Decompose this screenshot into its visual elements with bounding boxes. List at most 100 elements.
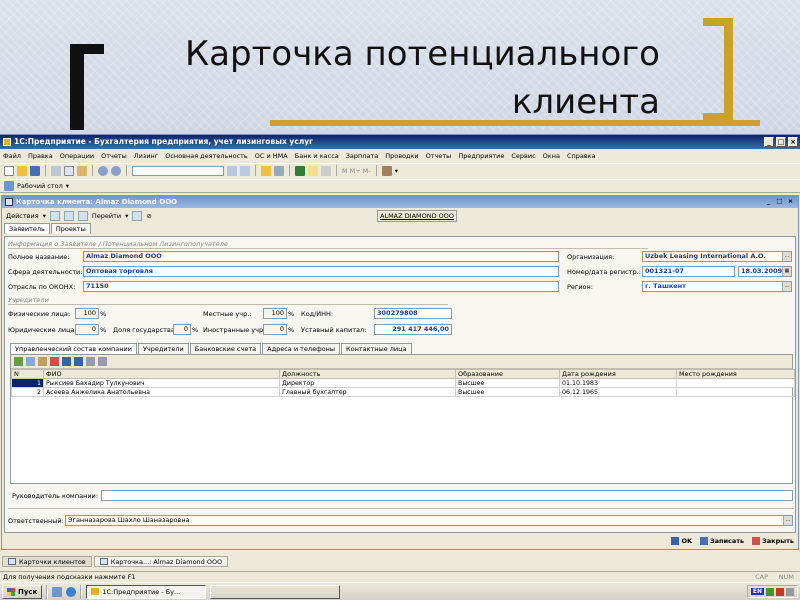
new-icon[interactable] xyxy=(4,165,14,176)
find-next-icon[interactable] xyxy=(240,165,250,176)
col-n[interactable]: N xyxy=(11,369,44,379)
window-tab-clients-list[interactable]: Карточки клиентов xyxy=(2,556,92,567)
info-icon[interactable] xyxy=(321,165,331,176)
full-name-field[interactable]: Almaz Diamond OOO xyxy=(83,251,559,262)
menu-item-enterprise[interactable]: Предприятие xyxy=(458,152,504,160)
menu-item-operations[interactable]: Операции xyxy=(60,152,94,160)
tray-volume-icon[interactable] xyxy=(786,587,794,596)
tray-network-icon[interactable] xyxy=(766,587,774,596)
taskbar-app-button[interactable]: 1С:Предприятие - Бу... xyxy=(86,584,207,599)
edit-row-icon[interactable] xyxy=(38,357,47,366)
calendar-icon[interactable] xyxy=(308,165,318,176)
close-card-button[interactable]: Закрыть xyxy=(752,537,794,545)
copy-row-icon[interactable] xyxy=(26,357,35,366)
ok-button[interactable]: OK xyxy=(671,537,692,545)
state-share-field[interactable]: 0 xyxy=(173,324,191,335)
phys-persons-field[interactable]: 100 xyxy=(75,308,99,319)
company-head-field[interactable] xyxy=(101,490,793,501)
open-icon[interactable] xyxy=(17,165,27,176)
menu-item-main-activity[interactable]: Основная деятельность xyxy=(165,152,248,160)
attach-icon[interactable]: ⊘ xyxy=(146,212,151,220)
menu-item-help[interactable]: Справка xyxy=(567,152,596,160)
tray-antivirus-icon[interactable] xyxy=(776,587,784,596)
local-founders-field[interactable]: 100 xyxy=(263,308,287,319)
toolbar-dropdown-icon[interactable]: ▾ xyxy=(395,167,398,175)
tab-applicant[interactable]: Заявитель xyxy=(4,223,50,234)
refresh-icon[interactable] xyxy=(274,165,284,176)
goto-dropdown-icon[interactable]: ▾ xyxy=(125,212,128,220)
search-combo[interactable] xyxy=(132,165,224,176)
goto-menu-button[interactable]: Перейти xyxy=(92,212,121,220)
child-maximize-button[interactable]: □ xyxy=(775,197,784,206)
responsible-field[interactable]: Эганназарова Шахло Шаназаровна… xyxy=(65,515,793,526)
menu-item-postings[interactable]: Проводки xyxy=(385,152,418,160)
tab-addresses[interactable]: Адреса и телефоны xyxy=(262,343,340,354)
move-up-icon[interactable] xyxy=(62,357,71,366)
col-position[interactable]: Должность xyxy=(279,369,456,379)
add-row-icon[interactable] xyxy=(14,357,23,366)
sort-desc-icon[interactable] xyxy=(98,357,107,366)
folder-icon[interactable] xyxy=(261,165,271,176)
quicklaunch-desktop-icon[interactable] xyxy=(52,586,63,597)
menu-item-assets[interactable]: ОС и НМА xyxy=(255,152,288,160)
menu-item-service[interactable]: Сервис xyxy=(511,152,535,160)
table-row[interactable]: 2 Асеева Анжелика Анатольевна Главный бу… xyxy=(11,387,795,397)
region-field[interactable]: г. Ташкент… xyxy=(642,281,792,292)
org-field[interactable]: Uzbek Leasing International A.O.… xyxy=(642,251,792,262)
actions-dropdown-icon[interactable]: ▾ xyxy=(43,212,46,220)
redo-icon[interactable] xyxy=(111,165,121,176)
menu-item-file[interactable]: Файл xyxy=(3,152,21,160)
memory-buttons[interactable]: M M+ M- xyxy=(342,167,371,175)
menu-item-reports[interactable]: Отчеты xyxy=(101,152,127,160)
window-tab-client-card[interactable]: Карточка...: Almaz Diamond OOO xyxy=(93,556,229,567)
desktop-button[interactable]: Рабочий стол xyxy=(17,182,63,190)
tab-contacts[interactable]: Контактные лица xyxy=(341,343,412,354)
regnum-field[interactable]: 001321-07 xyxy=(642,266,735,277)
close-button[interactable]: × xyxy=(788,137,798,147)
tab-projects[interactable]: Проекты xyxy=(50,223,91,234)
capital-field[interactable]: 291 417 446,00 xyxy=(374,324,452,335)
child-close-button[interactable]: × xyxy=(786,197,795,206)
calc-icon[interactable] xyxy=(295,165,305,176)
save-card-icon[interactable] xyxy=(49,210,60,221)
copy-icon[interactable] xyxy=(64,165,74,176)
quicklaunch-ie-icon[interactable] xyxy=(66,586,77,597)
move-down-icon[interactable] xyxy=(74,357,83,366)
col-birthdate[interactable]: Дата рождения xyxy=(559,369,677,379)
tools-icon[interactable] xyxy=(381,165,392,176)
sphere-field[interactable]: Оптовая торговля xyxy=(83,266,559,277)
language-indicator[interactable]: EN xyxy=(750,588,764,595)
tab-founders[interactable]: Учредители xyxy=(137,343,189,354)
save-button[interactable]: Записать xyxy=(700,537,744,545)
delete-row-icon[interactable] xyxy=(50,357,59,366)
okonh-field[interactable]: 71150 xyxy=(83,281,559,292)
structure-icon[interactable] xyxy=(63,210,74,221)
foreign-founders-field[interactable]: 0 xyxy=(263,324,287,335)
menu-item-leasing[interactable]: Лизинг xyxy=(134,152,158,160)
save-icon[interactable] xyxy=(30,165,40,176)
inn-field[interactable]: 300279808 xyxy=(374,308,452,319)
help-icon[interactable] xyxy=(132,210,143,221)
search-icon[interactable] xyxy=(227,165,237,176)
col-fio[interactable]: ФИО xyxy=(43,369,280,379)
menu-item-salary[interactable]: Зарплата xyxy=(346,152,378,160)
minimize-button[interactable]: _ xyxy=(764,137,774,147)
taskbar-empty-button[interactable] xyxy=(210,584,341,599)
start-button[interactable]: Пуск xyxy=(2,584,43,599)
legal-persons-field[interactable]: 0 xyxy=(75,324,99,335)
paste-icon[interactable] xyxy=(77,165,87,176)
regdate-field[interactable]: 18.03.2009 ▦ xyxy=(738,266,792,277)
menu-item-edit[interactable]: Правка xyxy=(28,152,53,160)
actions-menu-button[interactable]: Действия xyxy=(6,212,39,220)
child-minimize-button[interactable]: _ xyxy=(764,197,773,206)
sort-asc-icon[interactable] xyxy=(86,357,95,366)
maximize-button[interactable]: □ xyxy=(776,137,786,147)
desktop-dropdown-icon[interactable]: ▾ xyxy=(66,182,69,190)
cut-icon[interactable] xyxy=(51,165,61,176)
menu-item-bank[interactable]: Банк и касса xyxy=(295,152,339,160)
col-birthplace[interactable]: Место рождения xyxy=(676,369,795,379)
undo-icon[interactable] xyxy=(98,165,108,176)
col-education[interactable]: Образование xyxy=(455,369,560,379)
table-row[interactable]: 1 Рыксиев Бахадир Тулкунович Директор Вы… xyxy=(11,378,795,388)
tab-bank-accounts[interactable]: Банковские счета xyxy=(189,343,262,354)
